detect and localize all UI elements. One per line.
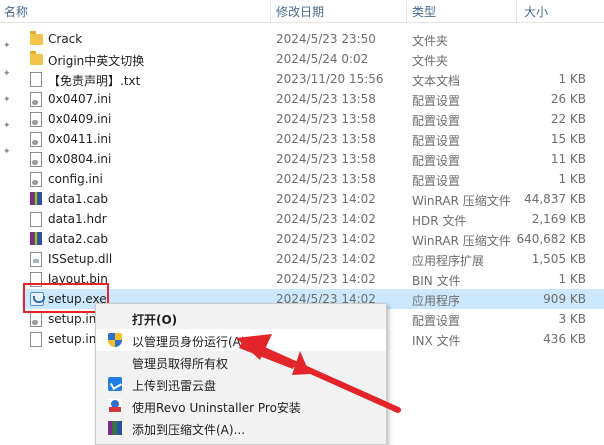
annotation-arrow bbox=[236, 334, 401, 413]
